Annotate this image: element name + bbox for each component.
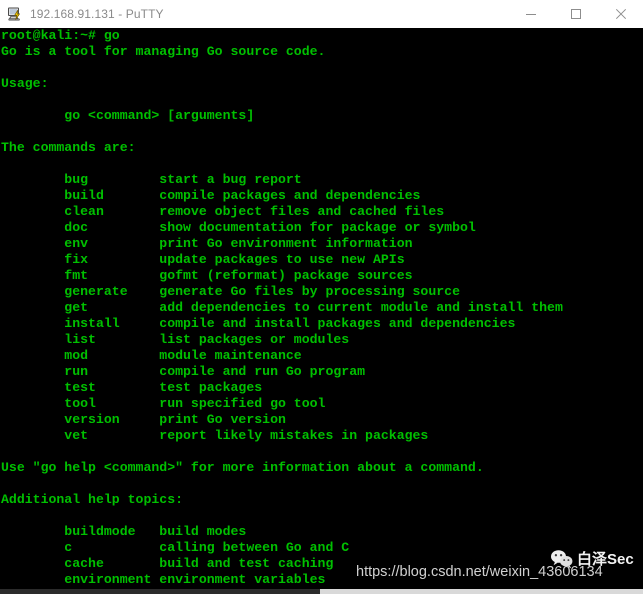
putty-computer-icon [7,6,23,22]
bottom-scroll-thumb[interactable] [0,589,320,594]
terminal-screen[interactable]: root@kali:~# go Go is a tool for managin… [0,28,643,589]
terminal-output: root@kali:~# go Go is a tool for managin… [1,28,563,587]
maximize-button[interactable] [553,0,598,28]
minimize-button[interactable] [508,0,553,28]
putty-window: 192.168.91.131 - PuTTY root@kali:~# go G… [0,0,643,594]
window-controls [508,0,643,28]
close-button[interactable] [598,0,643,28]
window-title: 192.168.91.131 - PuTTY [30,7,164,21]
bottom-scroll-strip[interactable] [0,589,643,594]
title-bar[interactable]: 192.168.91.131 - PuTTY [0,0,643,28]
